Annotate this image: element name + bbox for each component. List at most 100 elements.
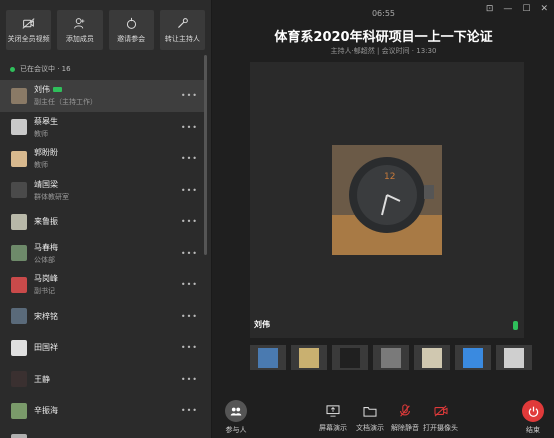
minimize-icon[interactable]: — — [503, 4, 512, 14]
meeting-controls: 参与人 屏幕演示 文档演示 解除静音 打开摄像头 结束 — [213, 392, 554, 438]
video-thumbnail[interactable] — [373, 345, 409, 370]
mute-all-video-button[interactable]: 关闭全员视频 — [6, 10, 52, 50]
video-thumbnail[interactable] — [414, 345, 450, 370]
power-icon — [522, 400, 544, 422]
participant-name: 刘伟 — [34, 85, 50, 95]
thumbnail-avatar — [422, 347, 442, 368]
participant-name: 靖国梁 — [34, 179, 58, 189]
avatar — [11, 402, 27, 419]
video-thumbnail[interactable] — [332, 345, 368, 370]
window-controls: ⊡ — ☐ ✕ — [486, 4, 548, 14]
participant-row[interactable]: 蔡皋生教师 ••• — [0, 112, 204, 144]
more-options-icon[interactable]: ••• — [181, 186, 198, 195]
speaker-name: 刘伟 — [254, 320, 270, 329]
participant-list: 刘伟 副主任（主持工作） ••• 蔡皋生 教师 ••• 郭盼盼 教师 ••• 靖国梁 群体教研室 ••… — [0, 80, 204, 438]
invite-icon — [126, 17, 136, 29]
avatar — [11, 276, 27, 293]
more-options-icon[interactable]: ••• — [181, 375, 198, 384]
thumbnail-avatar — [258, 347, 278, 368]
avatar — [11, 339, 27, 356]
end-meeting-button[interactable]: 结束 — [522, 400, 544, 435]
video-thumbnail[interactable] — [496, 345, 532, 370]
close-icon[interactable]: ✕ — [540, 4, 548, 14]
participant-role: 副主任（主持工作） — [34, 98, 97, 107]
participant-row[interactable]: 王静 ••• — [0, 364, 204, 396]
meeting-status-text: 已在会议中 · 16 — [20, 65, 71, 73]
participant-row[interactable]: 刘伟副主任（主持工作） ••• — [0, 80, 204, 112]
more-options-icon[interactable]: ••• — [181, 123, 198, 132]
more-options-icon[interactable]: ••• — [181, 91, 198, 100]
participant-name: 辛振海 — [34, 406, 58, 416]
speaker-mic-icon — [513, 321, 518, 330]
avatar — [11, 119, 27, 136]
participant-row[interactable]: 田国祥 ••• — [0, 332, 204, 364]
participant-name: 马岗峰 — [34, 274, 58, 284]
more-options-icon[interactable]: ••• — [181, 343, 198, 352]
participant-row[interactable]: 马春梅 公体部 ••• — [0, 238, 204, 270]
participant-row[interactable]: 宋梓铭 ••• — [0, 301, 204, 333]
thumbnail-avatar — [299, 347, 319, 368]
transfer-host-button[interactable]: 转让主持人 — [159, 10, 205, 50]
invite-label: 邀请参会 — [117, 34, 146, 43]
participants-button[interactable]: 参与人 — [225, 400, 247, 435]
video-thumbnail[interactable] — [291, 345, 327, 370]
more-options-icon[interactable]: ••• — [181, 280, 198, 289]
watch-video-image: 12 — [332, 145, 442, 255]
avatar — [11, 150, 27, 167]
video-thumbnail[interactable] — [250, 345, 286, 370]
invite-button[interactable]: 邀请参会 — [108, 10, 154, 50]
folder-icon — [361, 402, 379, 420]
participant-row[interactable]: 靖国梁群体教研室 ••• — [0, 175, 204, 207]
thumbnail-avatar — [504, 347, 524, 368]
screen-share-icon — [324, 402, 342, 420]
more-options-icon[interactable]: ••• — [181, 249, 198, 258]
participants-icon — [225, 400, 247, 422]
video-thumbnail[interactable] — [455, 345, 491, 370]
participant-role: 群体教研室 — [34, 192, 69, 201]
camera-button[interactable]: 打开摄像头 — [423, 402, 458, 433]
more-options-icon[interactable]: ••• — [181, 312, 198, 321]
avatar — [11, 371, 27, 388]
more-options-icon[interactable]: ••• — [181, 217, 198, 226]
camera-on-icon — [53, 87, 62, 93]
screen-share-label: 屏幕演示 — [319, 424, 347, 432]
participant-row[interactable]: 郭盼盼 教师 ••• — [0, 143, 204, 175]
participant-row[interactable]: 来鲁振 ••• — [0, 206, 204, 238]
screen-share-button[interactable]: 屏幕演示 — [319, 402, 347, 433]
participant-name: 郭盼盼 — [34, 148, 58, 158]
participant-role: 教师 — [34, 129, 48, 138]
participant-role: 公体部 — [34, 255, 55, 264]
maximize-icon[interactable]: ☐ — [522, 4, 530, 14]
participant-name: 蔡皋生 — [34, 116, 58, 126]
end-meeting-label: 结束 — [526, 426, 540, 434]
add-user-icon — [74, 17, 85, 29]
meeting-main: 06:55 ⊡ — ☐ ✕ 体育系2020年科研项目一上一下论证 主持人·郁超然… — [213, 0, 554, 438]
transfer-host-label: 转让主持人 — [164, 34, 200, 43]
unmute-button[interactable]: 解除静音 — [391, 402, 419, 433]
more-options-icon[interactable]: ••• — [181, 406, 198, 415]
meeting-title: 体育系2020年科研项目一上一下论证 — [274, 30, 493, 45]
avatar — [11, 182, 27, 199]
pin-icon[interactable]: ⊡ — [486, 4, 494, 14]
participants-label: 参与人 — [225, 426, 247, 434]
thumbnail-avatar — [340, 347, 360, 368]
participant-name: 田国祥 — [34, 343, 58, 353]
main-video-stage[interactable]: 12 刘伟 — [250, 62, 524, 338]
participant-row[interactable]: 马岗峰 副书记 ••• — [0, 269, 204, 301]
doc-share-button[interactable]: 文档演示 — [356, 402, 384, 433]
avatar — [11, 213, 27, 230]
participant-list-scrollbar[interactable] — [204, 55, 207, 255]
camera-label: 打开摄像头 — [423, 424, 458, 432]
add-member-button[interactable]: 添加成员 — [57, 10, 103, 50]
more-options-icon[interactable]: ••• — [181, 154, 198, 163]
participant-row[interactable]: 辛振海 ••• — [0, 395, 204, 427]
participants-sidebar: 关闭全员视频 添加成员 邀请参会 转让主持人 已在会议中 · 16 刘伟副主任（… — [0, 0, 212, 438]
thumbnail-avatar — [381, 347, 401, 368]
video-thumbnail-strip — [250, 345, 532, 370]
camera-off-icon — [22, 17, 35, 29]
unmute-label: 解除静音 — [391, 424, 419, 432]
sidebar-toolbar: 关闭全员视频 添加成员 邀请参会 转让主持人 — [0, 0, 211, 56]
participant-row[interactable]: 徐晓慧••• — [0, 427, 204, 438]
meeting-subtitle: 主持人·郁超然 | 会议时间 · 13:30 — [330, 47, 437, 55]
mute-all-video-label: 关闭全员视频 — [7, 34, 50, 43]
